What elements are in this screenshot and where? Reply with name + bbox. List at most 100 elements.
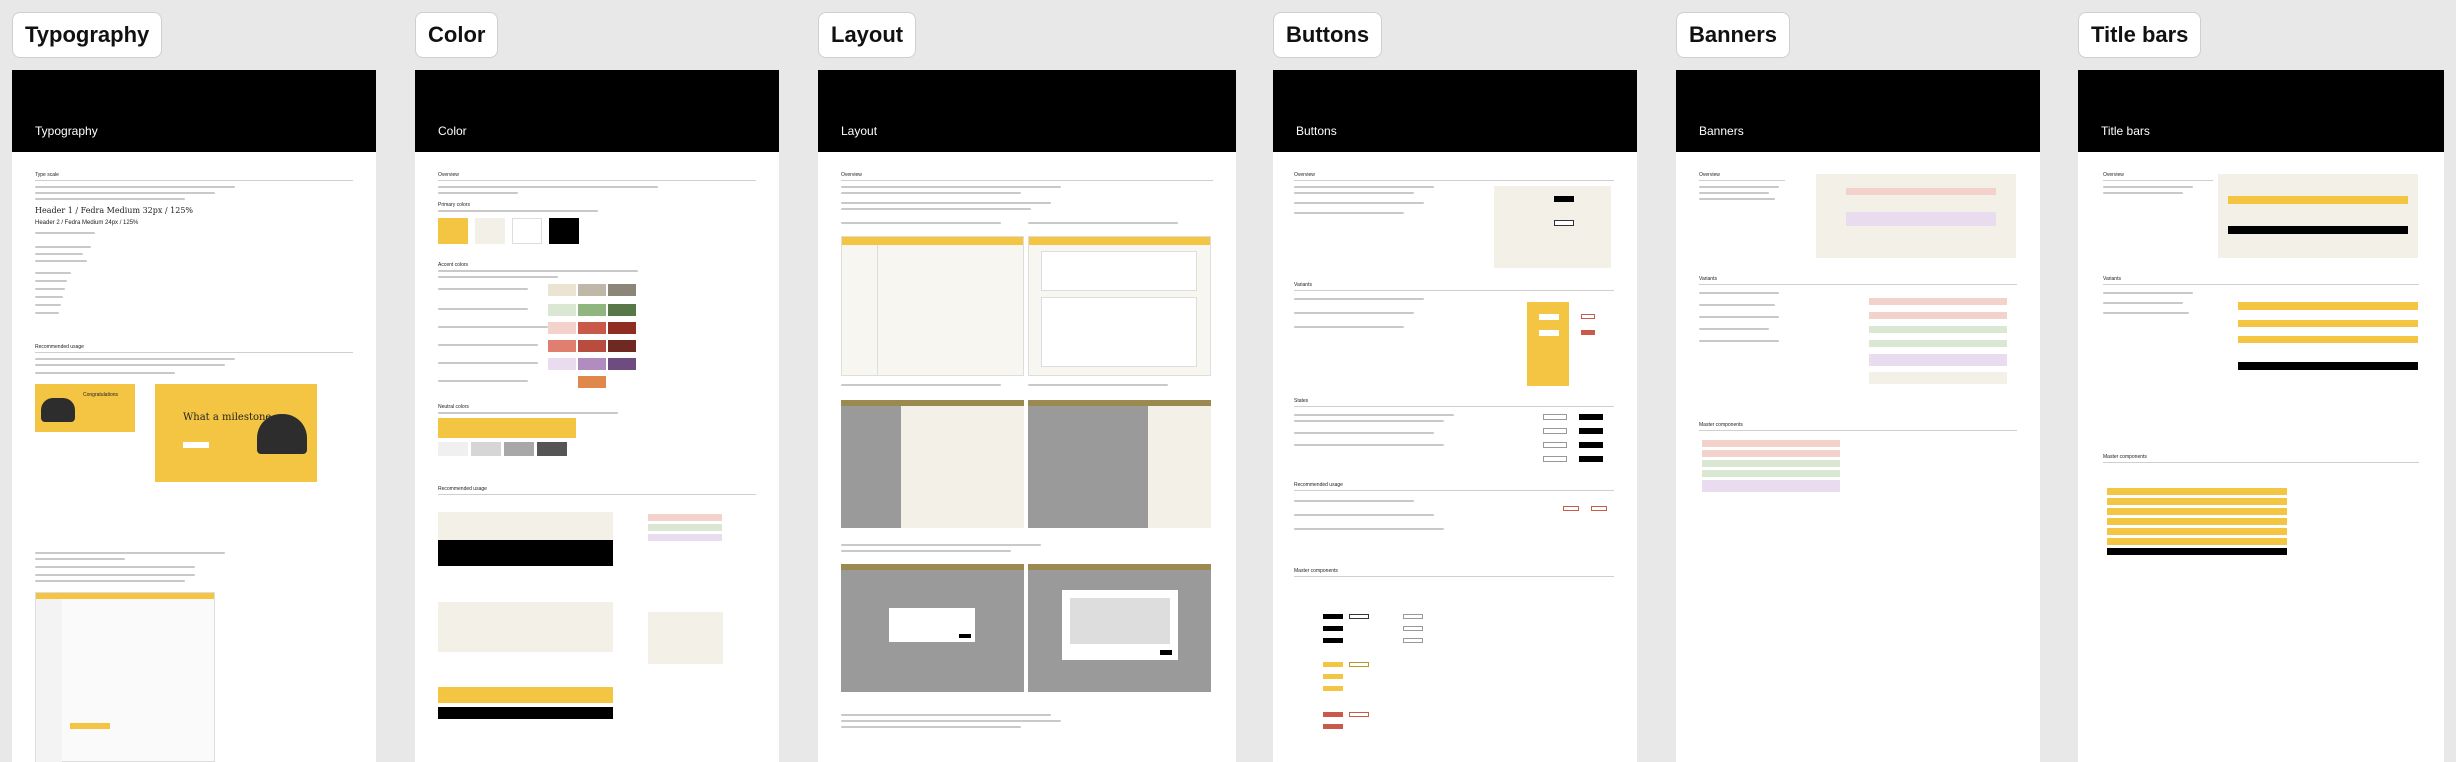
divider: [1294, 180, 1614, 181]
text-line: [1699, 328, 1769, 330]
state-button[interactable]: [1543, 428, 1567, 434]
layout-sample: [841, 236, 1024, 376]
frame-label-buttons[interactable]: Buttons: [1273, 12, 1383, 58]
text-line: [1699, 304, 1775, 306]
divider: [1294, 290, 1614, 291]
divider: [438, 180, 756, 181]
frame-label-typography[interactable]: Typography: [12, 12, 163, 58]
text-line: [1294, 298, 1424, 300]
section-title: Recommended usage: [35, 344, 84, 350]
usage-sample: [438, 602, 613, 652]
usage-sample-dark: [438, 707, 613, 719]
text-line: [1294, 326, 1404, 328]
section-title: Variants: [1294, 282, 1312, 288]
frame-content: Overview Primary colors Accent colors Ne…: [415, 152, 779, 762]
text-line: [1294, 420, 1444, 422]
sidebar: [36, 599, 62, 762]
title-bar-master: [2107, 498, 2287, 505]
state-button[interactable]: [1543, 442, 1567, 448]
modal-button[interactable]: [1160, 650, 1172, 655]
master-button[interactable]: [1323, 674, 1343, 679]
master-button[interactable]: [1349, 662, 1369, 667]
state-button[interactable]: [1579, 456, 1603, 462]
text-line: [1294, 432, 1434, 434]
master-button[interactable]: [1349, 712, 1369, 717]
primary-button[interactable]: [1554, 196, 1574, 202]
subsection-title: Primary colors: [438, 202, 470, 208]
state-button[interactable]: [1579, 428, 1603, 434]
divider: [35, 180, 353, 181]
master-button[interactable]: [1323, 712, 1343, 717]
subsection-title: Neutral colors: [438, 404, 469, 410]
text-line: [438, 380, 528, 382]
text-line: [35, 312, 59, 314]
text-line: [1699, 192, 1769, 194]
text-line: [35, 288, 65, 290]
text-line: [35, 198, 185, 200]
master-button[interactable]: [1323, 626, 1343, 631]
master-button[interactable]: [1323, 724, 1343, 729]
layout-sample: [841, 400, 1024, 528]
frame-label-color[interactable]: Color: [415, 12, 499, 58]
text-line: [35, 253, 83, 255]
banner-error: [1846, 188, 1996, 195]
text-line: [35, 186, 235, 188]
text-line: [438, 270, 638, 272]
divider: [2103, 284, 2419, 285]
state-button[interactable]: [1543, 414, 1567, 420]
text-line: [35, 358, 235, 360]
master-button[interactable]: [1403, 638, 1423, 643]
swatch: [608, 304, 636, 316]
text-line: [35, 280, 67, 282]
secondary-button[interactable]: [1554, 220, 1574, 226]
usage-button[interactable]: [1591, 506, 1607, 511]
text-line: [438, 308, 528, 310]
frame-title-bars: Title bars Overview Variants Master comp…: [2078, 70, 2444, 762]
text-line: [35, 304, 61, 306]
danger-button-filled[interactable]: [1581, 330, 1595, 335]
divider: [2103, 462, 2419, 463]
danger-button[interactable]: [1581, 314, 1595, 319]
master-button[interactable]: [1323, 614, 1343, 619]
frame-layout: Layout Overview: [818, 70, 1236, 762]
swatch: [438, 442, 468, 456]
master-button[interactable]: [1403, 614, 1423, 619]
master-button[interactable]: [1403, 626, 1423, 631]
banner-variant-error: [1869, 312, 2007, 319]
master-button[interactable]: [1323, 662, 1343, 667]
banner-info: [1846, 212, 1996, 226]
frame-header: Banners: [1676, 70, 2040, 152]
text-line: [841, 550, 1011, 552]
card-button[interactable]: [183, 442, 209, 448]
text-line: [1699, 316, 1779, 318]
master-button[interactable]: [1349, 614, 1369, 619]
divider: [438, 494, 756, 495]
overlay-panel: [1028, 400, 1148, 528]
panel: [1041, 251, 1197, 291]
master-button[interactable]: [1323, 686, 1343, 691]
title-bar: [841, 564, 1024, 570]
layout-sample: [1028, 400, 1211, 528]
text-line: [438, 276, 558, 278]
modal-button[interactable]: [959, 634, 971, 638]
state-button[interactable]: [1543, 456, 1567, 462]
mountain-illustration: [257, 414, 307, 454]
variant-button[interactable]: [1539, 330, 1559, 336]
master-button[interactable]: [1323, 638, 1343, 643]
state-button[interactable]: [1579, 442, 1603, 448]
usage-button[interactable]: [1563, 506, 1579, 511]
divider: [1294, 576, 1614, 577]
swatch: [578, 340, 606, 352]
usage-sample-dark: [438, 540, 613, 566]
text-line: [2103, 312, 2189, 314]
state-button[interactable]: [1579, 414, 1603, 420]
text-line: [35, 272, 71, 274]
frame-label-title-bars[interactable]: Title bars: [2078, 12, 2202, 58]
title-bar-variant-dark: [2238, 362, 2418, 370]
frame-label-banners[interactable]: Banners: [1676, 12, 1791, 58]
frame-header: Layout: [818, 70, 1236, 152]
variant-button[interactable]: [1539, 314, 1559, 320]
text-line: [438, 192, 518, 194]
subsection-title: Accent colors: [438, 262, 469, 268]
frame-label-layout[interactable]: Layout: [818, 12, 917, 58]
